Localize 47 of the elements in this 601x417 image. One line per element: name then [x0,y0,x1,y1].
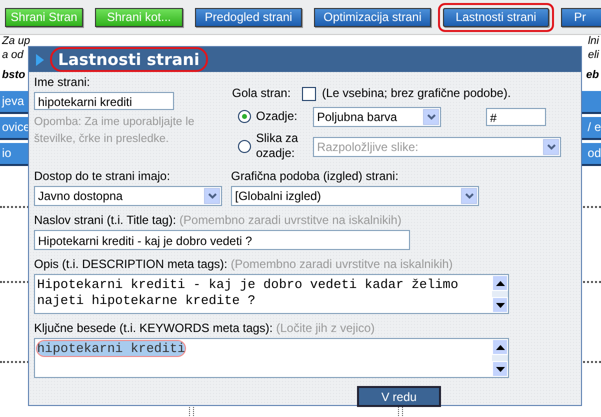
triangle-up-icon [496,344,504,350]
radio-label: Ozadje: [256,108,298,124]
toolbar-button[interactable]: Predogled strani [195,8,302,26]
scroll-up-button[interactable] [492,275,508,291]
color-field[interactable]: # [486,108,546,126]
toolbar-button[interactable]: Pr [561,8,601,26]
dialog-title: Lastnosti strani [50,47,208,72]
chevron-down-icon [208,193,216,199]
field-label: Gola stran: [232,86,292,101]
checkbox[interactable] [302,86,316,100]
title-field[interactable]: Hipotekarni krediti - kaj je dobro vedeti ? [34,230,410,250]
side-button[interactable]: io [0,143,30,166]
radio-label: Slika za ozadje: [256,131,300,161]
triangle-icon [36,54,44,66]
background-text: Za up [2,35,30,49]
background-heading: eb [586,69,599,83]
checkbox-label: (Le vsebina; brez grafične podobe). [322,86,511,101]
background-text: lni [588,35,599,49]
text-area[interactable]: hipotekarni krediti [34,338,509,378]
ok-button[interactable]: V redu [357,386,441,407]
scroll-up-button[interactable] [492,339,508,355]
name-field[interactable]: hipotekarni krediti [34,92,174,110]
scroll-down-button[interactable] [492,361,508,377]
field-label: Ključne besede (t.i. KEYWORDS meta tags): (Ločite jih z vejico) [34,321,376,336]
text-area[interactable]: Hipotekarni krediti - kaj je dobro vedeti kadar želimo najeti hipotekarne kredite ? [34,274,509,314]
side-button[interactable]: jeva [0,91,30,114]
field-label: Dostop do te strani imajo: [34,169,172,184]
chevron-down-icon [464,193,474,199]
toolbar-button[interactable]: Optimizacija strani [314,8,431,26]
triangle-up-icon [496,280,504,286]
access-dropdown[interactable]: Javno dostopna [34,186,222,206]
background-text: eli [588,49,599,63]
radio-button[interactable] [238,110,251,122]
field-label: Grafična podoba (izgled) strani: [231,169,400,184]
field-label: Opis (t.i. DESCRIPTION meta tags): (Pomembno zaradi uvrstitve na iskalnikih) [34,257,454,272]
background-heading: bsto [2,69,26,83]
chevron-down-icon [426,114,436,120]
scroll-down-button[interactable] [492,297,508,313]
background-text: a od [2,49,24,63]
dropdown[interactable]: Poljubna barva [313,107,441,127]
field-note: Opomba: Za ime uporabljajte le številke, črke in presledke. [34,115,196,147]
design-dropdown[interactable]: [Globalni izgled) [231,186,479,206]
chevron-down-icon [546,144,556,150]
triangle-down-icon [496,302,504,308]
field-label: Ime strani: [34,75,92,90]
triangle-down-icon [496,366,504,372]
field-label: Naslov strani (t.i. Title tag): (Pomembno zaradi uvrstitve na iskalnikih) [34,213,402,228]
